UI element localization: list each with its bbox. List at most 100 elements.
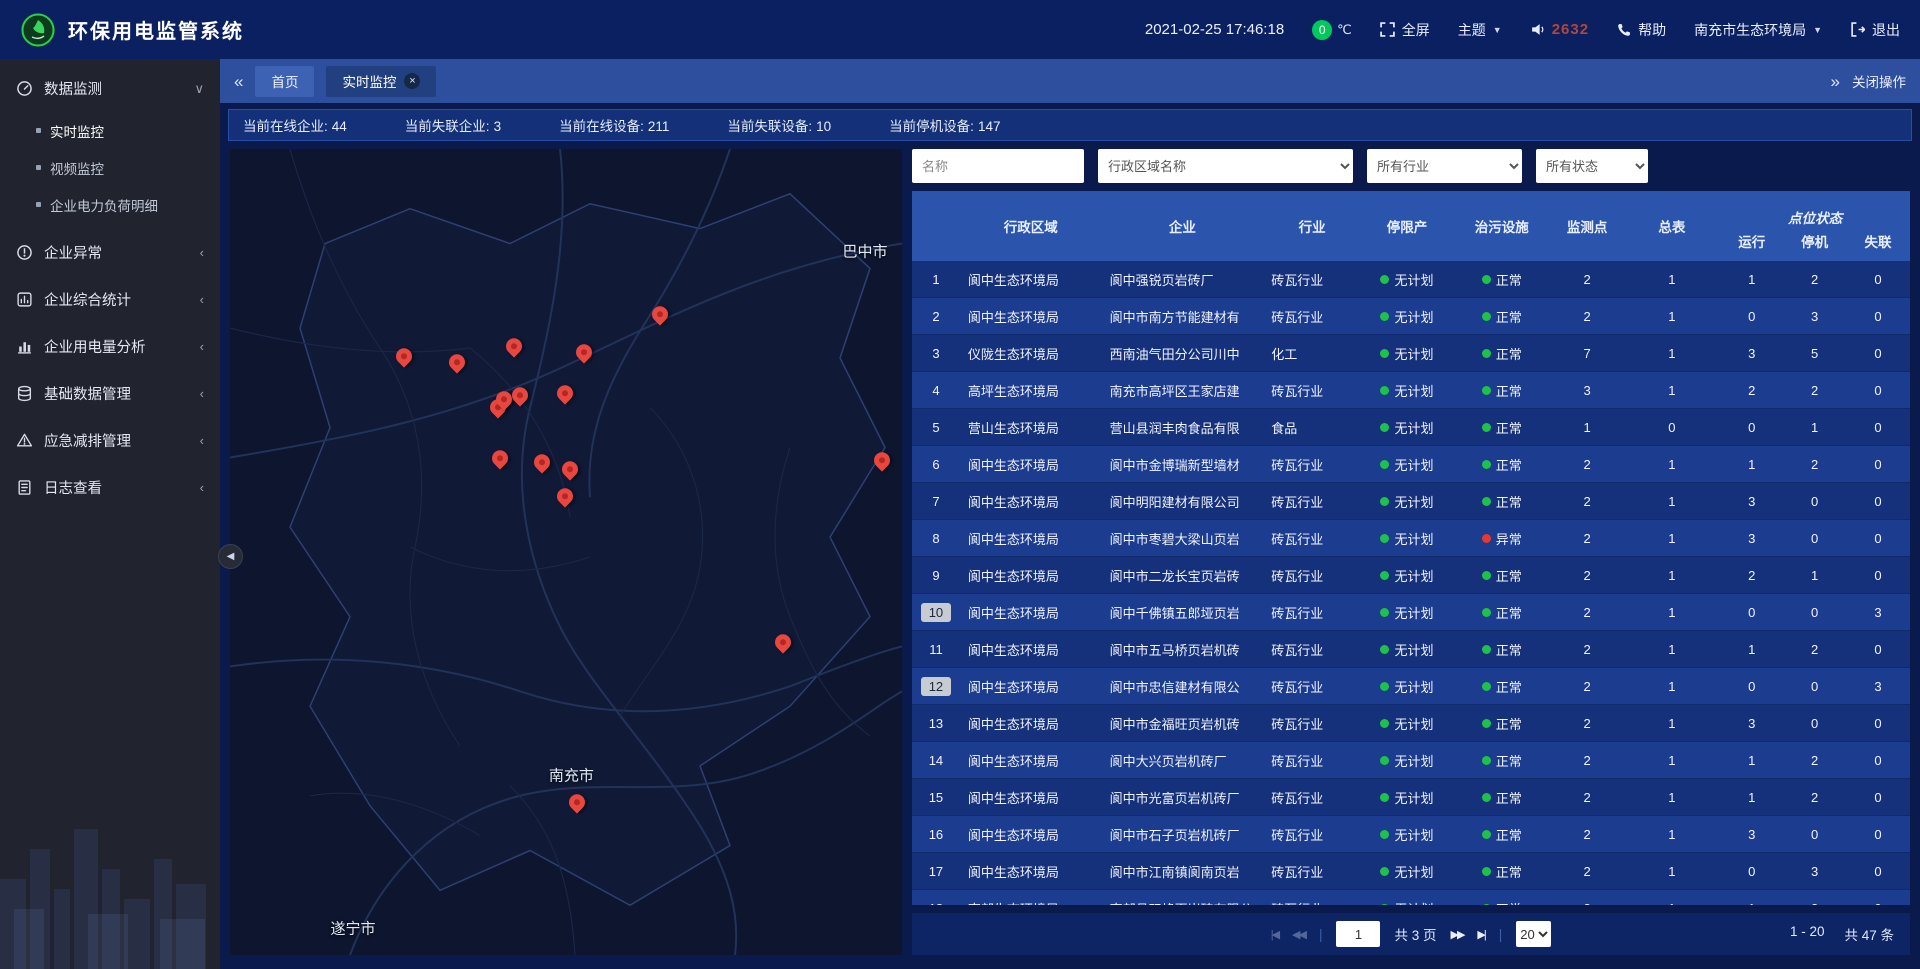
sidebar-item-video-monitoring[interactable]: 视频监控 bbox=[0, 149, 220, 186]
sidebar-item-log-view[interactable]: 日志查看 ‹ bbox=[0, 464, 220, 511]
cell-run: 3 bbox=[1720, 335, 1783, 371]
map-pin-icon[interactable] bbox=[557, 386, 573, 402]
table-row[interactable]: 14阆中生态环境局阆中大兴页岩机砖厂砖瓦行业无计划正常21120 bbox=[912, 742, 1910, 779]
cell-index: 9 bbox=[912, 557, 960, 593]
table-row[interactable]: 16阆中生态环境局阆中市石子页岩机砖厂砖瓦行业无计划正常21300 bbox=[912, 816, 1910, 853]
document-icon bbox=[16, 479, 33, 496]
cell-facility-status: 正常 bbox=[1453, 742, 1551, 778]
close-operations-button[interactable]: 关闭操作 bbox=[1852, 71, 1906, 91]
last-page-button[interactable]: ▶| bbox=[1477, 928, 1484, 941]
cell-index: 14 bbox=[912, 742, 960, 778]
table-row[interactable]: 17阆中生态环境局阆中市江南镇阆南页岩砖瓦行业无计划正常21030 bbox=[912, 853, 1910, 890]
name-filter-input[interactable] bbox=[912, 149, 1084, 183]
cell-meters: 1 bbox=[1624, 483, 1721, 519]
sidebar-item-base-data[interactable]: 基础数据管理 ‹ bbox=[0, 370, 220, 417]
map-pin-icon[interactable] bbox=[652, 307, 668, 323]
table-row[interactable]: 2阆中生态环境局阆中市南方节能建材有砖瓦行业无计划正常21030 bbox=[912, 298, 1910, 335]
sidebar-item-power-analysis[interactable]: 企业用电量分析 ‹ bbox=[0, 323, 220, 370]
map-pin-icon[interactable] bbox=[874, 453, 890, 469]
status-filter-select[interactable]: 所有状态 bbox=[1536, 149, 1648, 183]
cell-stop: 1 bbox=[1783, 409, 1846, 445]
status-dot-red-icon bbox=[1482, 534, 1491, 543]
cell-run: 1 bbox=[1720, 446, 1783, 482]
cell-facility-status: 正常 bbox=[1453, 853, 1551, 889]
help-button[interactable]: 帮助 bbox=[1617, 20, 1666, 40]
table-row[interactable]: 13阆中生态环境局阆中市金福旺页岩机砖砖瓦行业无计划正常21300 bbox=[912, 705, 1910, 742]
cell-region: 阆中生态环境局 bbox=[960, 631, 1102, 667]
sidebar-item-data-monitoring[interactable]: 数据监测 ∨ bbox=[0, 65, 220, 112]
tab-home[interactable]: 首页 bbox=[255, 66, 314, 97]
sidebar-item-power-load-detail[interactable]: 企业电力负荷明细 bbox=[0, 186, 220, 223]
table-row[interactable]: 7阆中生态环境局阆中明阳建材有限公司砖瓦行业无计划正常21300 bbox=[912, 483, 1910, 520]
page-size-select[interactable]: 20 bbox=[1516, 921, 1551, 947]
map-pin-icon[interactable] bbox=[449, 354, 465, 370]
cell-limit-status: 无计划 bbox=[1361, 483, 1453, 519]
cell-limit-status: 无计划 bbox=[1361, 668, 1453, 704]
cell-index: 6 bbox=[912, 446, 960, 482]
table-row[interactable]: 12阆中生态环境局阆中市忠信建材有限公砖瓦行业无计划正常21003 bbox=[912, 668, 1910, 705]
map-pin-icon[interactable] bbox=[576, 345, 592, 361]
cell-facility-status: 正常 bbox=[1453, 705, 1551, 741]
sidebar-item-emergency-reduction[interactable]: 应急减排管理 ‹ bbox=[0, 417, 220, 464]
industry-filter-select[interactable]: 所有行业 bbox=[1367, 149, 1522, 183]
map-pin-icon[interactable] bbox=[492, 450, 508, 466]
alert-sound-button[interactable]: 2632 bbox=[1530, 21, 1589, 38]
map-collapse-button[interactable]: ◀ bbox=[218, 544, 243, 569]
table-row[interactable]: 6阆中生态环境局阆中市金博瑞新型墙材砖瓦行业无计划正常21120 bbox=[912, 446, 1910, 483]
scroll-tabs-right-icon[interactable]: » bbox=[1831, 73, 1840, 90]
map-pin-icon[interactable] bbox=[557, 488, 573, 504]
cell-index: 5 bbox=[912, 409, 960, 445]
cell-region: 阆中生态环境局 bbox=[960, 816, 1102, 852]
sidebar-item-enterprise-stats[interactable]: 企业综合统计 ‹ bbox=[0, 276, 220, 323]
cell-run: 0 bbox=[1720, 594, 1783, 630]
region-filter-select[interactable]: 行政区域名称 bbox=[1098, 149, 1353, 183]
next-page-button[interactable]: ▶▶ bbox=[1451, 928, 1464, 941]
table-row[interactable]: 15阆中生态环境局阆中市光富页岩机砖厂砖瓦行业无计划正常21120 bbox=[912, 779, 1910, 816]
logout-button[interactable]: 退出 bbox=[1850, 20, 1900, 40]
temperature-badge: 0 bbox=[1312, 20, 1332, 40]
pagination-summary: 1 - 20 共 47 条 bbox=[1790, 924, 1894, 944]
tab-realtime-monitoring[interactable]: 实时监控 × bbox=[326, 66, 436, 97]
org-dropdown[interactable]: 南充市生态环境局 ▼ bbox=[1694, 20, 1822, 40]
fullscreen-button[interactable]: 全屏 bbox=[1380, 20, 1430, 40]
close-tab-icon[interactable]: × bbox=[404, 73, 420, 89]
cell-run: 1 bbox=[1720, 890, 1783, 905]
status-dot-green-icon bbox=[1380, 497, 1389, 506]
table-row[interactable]: 3仪陇生态环境局西南油气田分公司川中化工无计划正常71350 bbox=[912, 335, 1910, 372]
table-row[interactable]: 1阆中生态环境局阆中强锐页岩砖厂砖瓦行业无计划正常21120 bbox=[912, 261, 1910, 298]
cell-industry: 砖瓦行业 bbox=[1263, 853, 1361, 889]
table-row[interactable]: 8阆中生态环境局阆中市枣碧大梁山页岩砖瓦行业无计划异常21300 bbox=[912, 520, 1910, 557]
table-row[interactable]: 10阆中生态环境局阆中千佛镇五郎垭页岩砖瓦行业无计划正常21003 bbox=[912, 594, 1910, 631]
map[interactable]: ◀ 巴中市南充市遂宁市 bbox=[230, 149, 902, 955]
prev-page-button[interactable]: ◀◀ bbox=[1292, 928, 1305, 941]
table-row[interactable]: 5营山生态环境局营山县润丰肉食品有限食品无计划正常10010 bbox=[912, 409, 1910, 446]
map-pin-icon[interactable] bbox=[396, 348, 412, 364]
temperature-widget: 0 ℃ bbox=[1312, 20, 1352, 40]
col-group-point-status: 点位状态 bbox=[1720, 207, 1910, 229]
scroll-tabs-left-icon[interactable]: « bbox=[234, 73, 243, 90]
theme-dropdown[interactable]: 主题 ▼ bbox=[1458, 20, 1502, 40]
cell-stop: 2 bbox=[1783, 742, 1846, 778]
app-header: 环保用电监管系统 2021-02-25 17:46:18 0 ℃ 全屏 主题 ▼ bbox=[0, 0, 1920, 59]
page-number-input[interactable] bbox=[1336, 921, 1380, 947]
cell-stop: 0 bbox=[1783, 816, 1846, 852]
sidebar-item-enterprise-anomaly[interactable]: 企业异常 ‹ bbox=[0, 229, 220, 276]
table-row[interactable]: 4高坪生态环境局南充市高坪区王家店建砖瓦行业无计划正常31220 bbox=[912, 372, 1910, 409]
map-pin-icon[interactable] bbox=[569, 794, 585, 810]
status-dot-green-icon bbox=[1380, 904, 1389, 906]
map-pin-icon[interactable] bbox=[562, 462, 578, 478]
status-dot-green-icon bbox=[1482, 423, 1491, 432]
table-row[interactable]: 9阆中生态环境局阆中市二龙长宝页岩砖砖瓦行业无计划正常21210 bbox=[912, 557, 1910, 594]
phone-icon bbox=[1617, 23, 1631, 37]
table-row[interactable]: 18南部生态环境局南部县双峰页岩砖有限公砖瓦行业无计划正常21120 bbox=[912, 890, 1910, 905]
table-row[interactable]: 11阆中生态环境局阆中市五马桥页岩机砖砖瓦行业无计划正常21120 bbox=[912, 631, 1910, 668]
cell-meters: 1 bbox=[1624, 298, 1721, 334]
map-pin-icon[interactable] bbox=[534, 454, 550, 470]
map-pin-icon[interactable] bbox=[496, 391, 512, 407]
first-page-button[interactable]: |◀ bbox=[1271, 928, 1278, 941]
sidebar-item-realtime-monitoring[interactable]: 实时监控 bbox=[0, 112, 220, 149]
bullet-icon bbox=[36, 165, 41, 170]
map-pin-icon[interactable] bbox=[506, 338, 522, 354]
map-pin-icon[interactable] bbox=[775, 634, 791, 650]
map-pin-icon[interactable] bbox=[512, 387, 528, 403]
